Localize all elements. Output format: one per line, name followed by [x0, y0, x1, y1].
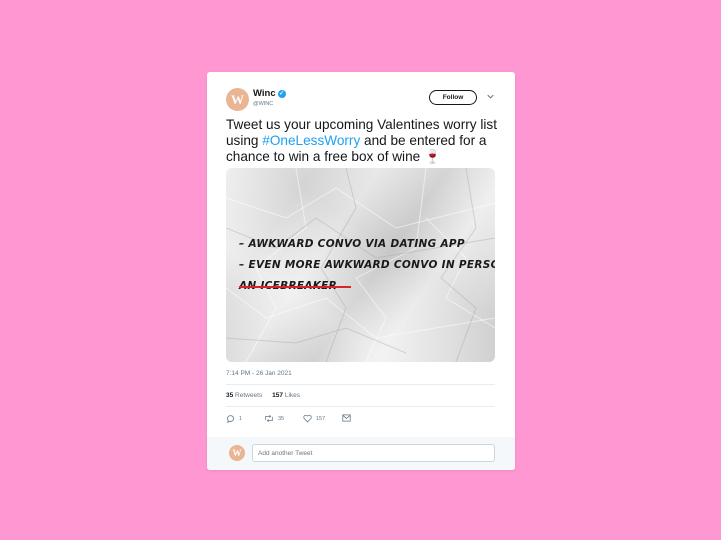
author-avatar[interactable]: W [226, 88, 249, 111]
likes-count: 157 [272, 392, 284, 399]
reply-button[interactable]: 1 [226, 414, 242, 423]
likes-stat[interactable]: 157 Likes [272, 392, 300, 399]
retweets-count: 35 [226, 392, 234, 399]
chevron-down-icon[interactable] [487, 93, 494, 100]
message-button[interactable] [342, 414, 355, 422]
reply-icon [226, 415, 235, 423]
envelope-icon [342, 414, 351, 422]
strikethrough-mark [239, 286, 351, 288]
image-text-line-2: – Even more awkward convo in person [239, 259, 495, 271]
author-name-row[interactable]: Winc ✓ [253, 88, 286, 99]
author-name[interactable]: Winc [253, 88, 276, 99]
tweet-image[interactable]: – Awkward convo via dating app – Even mo… [226, 168, 495, 362]
retweets-label: Retweets [235, 392, 263, 399]
tweet-card: W Winc ✓ @WINC Follow Tweet us your upcom… [207, 72, 515, 470]
engagement-stats: 35 Retweets 157 Likes [226, 392, 300, 399]
divider [226, 406, 495, 407]
author-handle[interactable]: @WINC [253, 101, 273, 107]
like-button[interactable]: 157 [303, 414, 325, 423]
retweet-icon [265, 414, 273, 423]
reply-count: 1 [239, 415, 243, 422]
follow-button[interactable]: Follow [429, 90, 477, 105]
heart-icon [303, 414, 312, 423]
reply-composer: W [207, 437, 515, 470]
tweet-timestamp[interactable]: 7:14 PM - 26 Jan 2021 [226, 370, 292, 377]
hashtag-link[interactable]: #OneLessWorry [262, 133, 360, 148]
likes-label: Likes [284, 392, 301, 399]
like-count: 157 [316, 415, 326, 422]
divider [226, 384, 495, 385]
retweets-stat[interactable]: 35 Retweets [226, 392, 262, 399]
retweet-count: 35 [278, 415, 285, 422]
tweet-actions: 1 35 157 [226, 414, 366, 426]
user-avatar: W [229, 445, 245, 461]
add-tweet-input[interactable] [252, 444, 495, 462]
retweet-button[interactable]: 35 [264, 414, 284, 423]
tweet-text: Tweet us your upcoming Valentines worry … [226, 117, 501, 166]
verified-badge-icon: ✓ [277, 90, 286, 98]
image-text-line-1: – Awkward convo via dating app [239, 238, 465, 250]
